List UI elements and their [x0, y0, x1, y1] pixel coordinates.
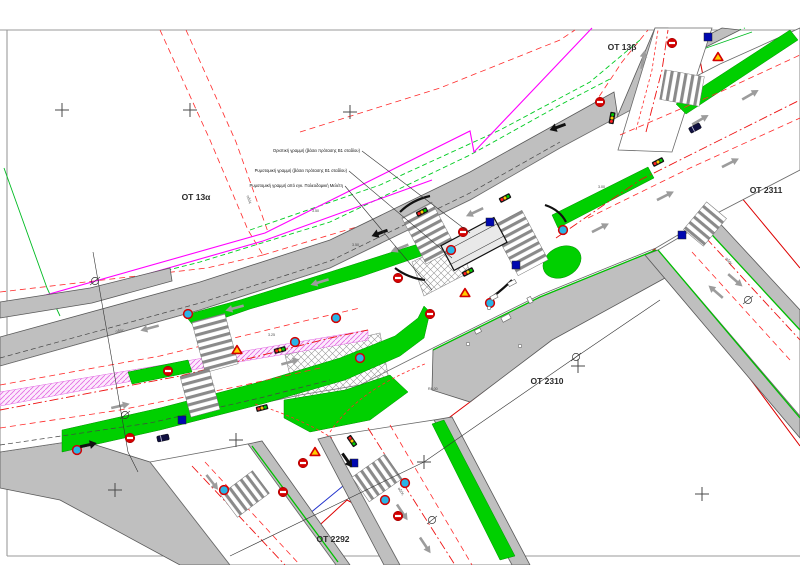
no-entry-sign-icon [278, 487, 288, 497]
mandatory-sign-icon [559, 226, 568, 235]
mandatory-sign-icon [356, 354, 365, 363]
mandatory-sign-icon [184, 310, 193, 319]
annotation-alignment-line-approved: Ρυμοτομική γραμμή από εγκ. Πολεοδομική Μ… [250, 183, 344, 188]
no-entry-sign-icon [595, 97, 605, 107]
block-label-ot2310: ΟΤ 2310 [530, 376, 563, 386]
mandatory-sign-icon [381, 496, 390, 505]
block-label-ot2311: ΟΤ 2311 [750, 185, 783, 195]
mandatory-sign-icon [447, 246, 456, 255]
block-label-ot2292: ΟΤ 2292 [316, 534, 349, 544]
plan-drawing: ΟΤ 13α ΟΤ 13β ΟΤ 2311 ΟΤ 2310 ΟΤ 2292 Ορ… [0, 0, 800, 565]
annotation-definitive-line: Οριστική γραμμή (βάσει πρότασης Β1 σταδί… [273, 148, 361, 153]
traffic-plan-sheet: ΟΤ 13α ΟΤ 13β ΟΤ 2311 ΟΤ 2310 ΟΤ 2292 Ορ… [0, 0, 800, 565]
no-entry-sign-icon [667, 38, 677, 48]
mandatory-sign-icon [291, 338, 300, 347]
dimension-label: 3.50 [312, 209, 319, 213]
block-label-ot13b: ΟΤ 13β [608, 42, 637, 52]
no-entry-sign-icon [393, 273, 403, 283]
dimension-label: 3.25 [268, 333, 275, 337]
no-entry-sign-icon [393, 511, 403, 521]
dimension-label: 3.00 [598, 185, 605, 189]
block-label-ot13a: ΟΤ 13α [182, 192, 212, 202]
info-sign-icon [486, 218, 494, 226]
info-sign-icon [178, 416, 186, 424]
no-entry-sign-icon [425, 309, 435, 319]
info-sign-icon [678, 231, 686, 239]
info-sign-icon [704, 33, 712, 41]
no-entry-sign-icon [163, 366, 173, 376]
mandatory-sign-icon [332, 314, 341, 323]
no-entry-sign-icon [298, 458, 308, 468]
dimension-label: 3.50 [352, 243, 359, 247]
info-sign-icon [512, 261, 520, 269]
no-entry-sign-icon [458, 227, 468, 237]
annotation-alignment-line-b1: Ρυμοτομική γραμμή (βάσει πρότασης Β1 στα… [255, 168, 348, 173]
mandatory-sign-icon [73, 446, 82, 455]
no-entry-sign-icon [125, 433, 135, 443]
dimension-label: R8.00 [428, 387, 438, 391]
mandatory-sign-icon [220, 486, 229, 495]
